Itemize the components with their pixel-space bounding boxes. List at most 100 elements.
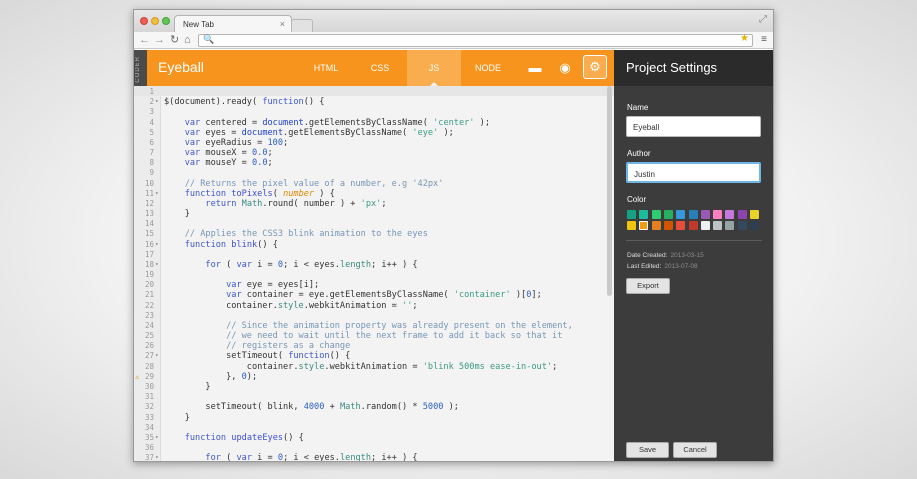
code-line[interactable]: 34	[134, 423, 614, 433]
folder-icon[interactable]: ▬	[524, 59, 546, 77]
name-field[interactable]: Eyeball	[626, 116, 761, 137]
color-swatch[interactable]	[713, 210, 723, 219]
color-swatch[interactable]	[663, 210, 673, 219]
color-swatch[interactable]	[627, 221, 636, 230]
code-editor[interactable]: 1 2 ▾ $(document).ready( function() {3 4 var…	[134, 86, 614, 461]
color-swatch[interactable]	[651, 210, 661, 219]
color-swatch[interactable]	[737, 221, 747, 230]
code-line[interactable]: 2 ▾ $(document).ready( function() {	[134, 97, 614, 107]
code-line[interactable]: 36	[134, 443, 614, 453]
code-line[interactable]: 8 var mouseY = 0.0;	[134, 158, 614, 168]
code-line[interactable]: 16 ▾ function blink() {	[134, 240, 614, 250]
color-swatch[interactable]	[627, 210, 636, 219]
code-line[interactable]: 6 var eyeRadius = 100;	[134, 138, 614, 148]
color-swatch[interactable]	[737, 210, 747, 219]
fold-arrow-icon[interactable]: ▾	[155, 240, 159, 250]
code-line[interactable]: 11 ▾ function toPixels( number ) {	[134, 189, 614, 199]
forward-arrow-icon[interactable]: →	[154, 33, 165, 48]
color-swatch[interactable]	[725, 221, 735, 230]
maximize-window-button[interactable]	[162, 17, 170, 25]
code-line[interactable]: 37 ▾ for ( var i = 0; i < eyes.length; i+…	[134, 453, 614, 461]
code-line[interactable]: 30 }	[134, 382, 614, 392]
color-swatch[interactable]	[676, 221, 686, 230]
code-line[interactable]: 22 container.style.webkitAnimation = '';	[134, 301, 614, 311]
address-bar[interactable]: 🔍 ★	[198, 33, 753, 47]
code-line[interactable]: 19	[134, 270, 614, 280]
bookmark-star-icon[interactable]: ★	[740, 33, 749, 44]
color-swatch[interactable]	[688, 221, 698, 230]
code-line[interactable]: 28 container.style.webkitAnimation = 'bl…	[134, 362, 614, 372]
fold-arrow-icon[interactable]: ▾	[155, 351, 159, 361]
project-settings-panel: Project Settings Name Eyeball Author Jus…	[614, 50, 773, 461]
code-line[interactable]: 26 // registers as a change	[134, 341, 614, 351]
color-swatch[interactable]	[688, 210, 698, 219]
fold-arrow-icon[interactable]: ▾	[155, 189, 159, 199]
color-swatch[interactable]	[725, 210, 735, 219]
code-lines[interactable]: 1 2 ▾ $(document).ready( function() {3 4 var…	[134, 87, 614, 461]
code-line[interactable]: 13 }	[134, 209, 614, 219]
code-line[interactable]: 33 }	[134, 413, 614, 423]
color-swatch[interactable]	[663, 221, 673, 230]
new-tab-button[interactable]	[291, 19, 313, 32]
code-line[interactable]: 17	[134, 250, 614, 260]
preview-eye-icon[interactable]: ◉	[554, 59, 576, 77]
browser-menu-icon[interactable]: ≡	[761, 34, 767, 45]
browser-tab[interactable]: New Tab ×	[174, 15, 292, 32]
tab-html[interactable]: HTML	[299, 50, 353, 86]
cancel-button[interactable]: Cancel	[673, 442, 717, 458]
back-arrow-icon[interactable]: ←	[139, 33, 150, 48]
code-line[interactable]: 3	[134, 107, 614, 117]
tab-node[interactable]: NODE	[461, 50, 515, 86]
code-line[interactable]: 32 setTimeout( blink, 4000 + Math.random…	[134, 402, 614, 412]
code-line[interactable]: 14	[134, 219, 614, 229]
reload-icon[interactable]: ↻	[170, 33, 179, 48]
code-line[interactable]: 15 // Applies the CSS3 blink animation t…	[134, 229, 614, 239]
save-button[interactable]: Save	[626, 442, 669, 458]
color-swatch[interactable]	[700, 221, 710, 230]
tab-js[interactable]: JS	[407, 50, 461, 86]
code-line[interactable]: 4 var centered = document.getElementsByC…	[134, 118, 614, 128]
color-swatch[interactable]	[651, 221, 661, 230]
color-swatch[interactable]	[639, 210, 649, 219]
color-swatch[interactable]	[676, 210, 686, 219]
code-line[interactable]: 23	[134, 311, 614, 321]
fullscreen-icon[interactable]: ⤢	[759, 14, 767, 25]
export-button[interactable]: Export	[626, 278, 670, 294]
code-line[interactable]: 7 var mouseX = 0.0;	[134, 148, 614, 158]
color-swatch[interactable]	[713, 221, 723, 230]
home-icon[interactable]: ⌂	[184, 33, 191, 48]
code-line[interactable]: 1	[134, 87, 614, 97]
color-swatch[interactable]	[750, 210, 759, 219]
fold-arrow-icon[interactable]: ▾	[155, 433, 159, 443]
fold-arrow-icon[interactable]: ▾	[155, 260, 159, 270]
tab-css[interactable]: CSS	[353, 50, 407, 86]
code-line[interactable]: 24 // Since the animation property was a…	[134, 321, 614, 331]
code-line[interactable]: ⚠ 29 }, 0);	[134, 372, 614, 382]
code-line[interactable]: 10 // Returns the pixel value of a numbe…	[134, 179, 614, 189]
code-line[interactable]: 25 // we need to wait until the next fra…	[134, 331, 614, 341]
line-number: 2	[149, 97, 154, 107]
last-edited-value: 2013-07-08	[664, 263, 698, 270]
code-line[interactable]: 21 var container = eye.getElementsByClas…	[134, 290, 614, 300]
code-line[interactable]: 12 return Math.round( number ) + 'px';	[134, 199, 614, 209]
code-line[interactable]: 20 var eye = eyes[i];	[134, 280, 614, 290]
color-swatch[interactable]	[750, 221, 759, 230]
code-line[interactable]: 18 ▾ for ( var i = 0; i < eyes.length; i+…	[134, 260, 614, 270]
fold-arrow-icon[interactable]: ▾	[155, 453, 159, 461]
code-line[interactable]: 5 var eyes = document.getElementsByClass…	[134, 128, 614, 138]
editor-scrollbar[interactable]	[607, 86, 612, 296]
line-number: 24	[144, 320, 154, 330]
browser-tab-title: New Tab	[183, 20, 214, 29]
tab-close-icon[interactable]: ×	[280, 19, 285, 29]
color-swatch[interactable]	[700, 210, 710, 219]
author-field[interactable]: Justin	[626, 162, 761, 183]
fold-arrow-icon[interactable]: ▾	[155, 97, 159, 107]
color-swatch[interactable]	[639, 221, 649, 230]
code-line[interactable]: 9	[134, 168, 614, 178]
close-window-button[interactable]	[140, 17, 148, 25]
code-line[interactable]: 27 ▾ setTimeout( function() {	[134, 351, 614, 361]
code-line[interactable]: 31	[134, 392, 614, 402]
settings-gear-icon[interactable]: ⚙	[583, 55, 607, 79]
minimize-window-button[interactable]	[151, 17, 159, 25]
code-line[interactable]: 35 ▾ function updateEyes() {	[134, 433, 614, 443]
